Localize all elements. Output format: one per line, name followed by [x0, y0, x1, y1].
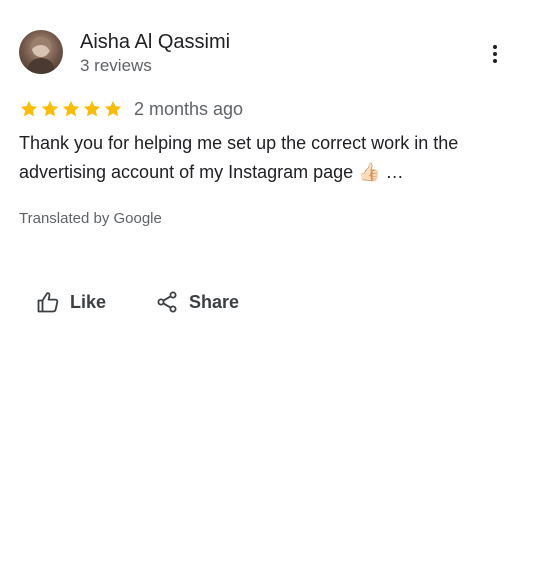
more-dot	[493, 52, 497, 56]
star-icon	[41, 100, 59, 117]
star-icon	[104, 100, 122, 117]
more-options-icon[interactable]	[485, 40, 505, 68]
share-label: Share	[189, 292, 240, 312]
review-date: 2 months ago	[134, 99, 244, 119]
translated-note: Translated by Google	[19, 210, 162, 227]
more-dot	[493, 59, 497, 63]
author-avatar[interactable]	[19, 30, 63, 74]
star-icon	[20, 100, 38, 117]
review-card: Aisha Al Qassimi 3 reviews 2 months ago …	[0, 0, 533, 582]
share-icon	[157, 291, 177, 313]
like-button[interactable]: Like	[36, 287, 106, 317]
review-text-container: Thank you for helping me set up the corr…	[19, 129, 519, 187]
star-rating	[19, 99, 123, 119]
thumb-up-icon	[37, 292, 59, 313]
author-name[interactable]: Aisha Al Qassimi	[80, 30, 230, 54]
review-actions: Like Share	[36, 287, 239, 317]
star-icon	[62, 100, 80, 117]
like-label: Like	[70, 292, 107, 312]
more-dot	[493, 45, 497, 49]
share-button[interactable]: Share	[155, 287, 239, 317]
review-header: Aisha Al Qassimi 3 reviews	[19, 30, 519, 76]
author-review-count: 3 reviews	[80, 56, 152, 75]
star-icon	[83, 100, 101, 117]
review-truncation[interactable]: …	[386, 162, 404, 182]
rating-row: 2 months ago	[19, 97, 243, 121]
